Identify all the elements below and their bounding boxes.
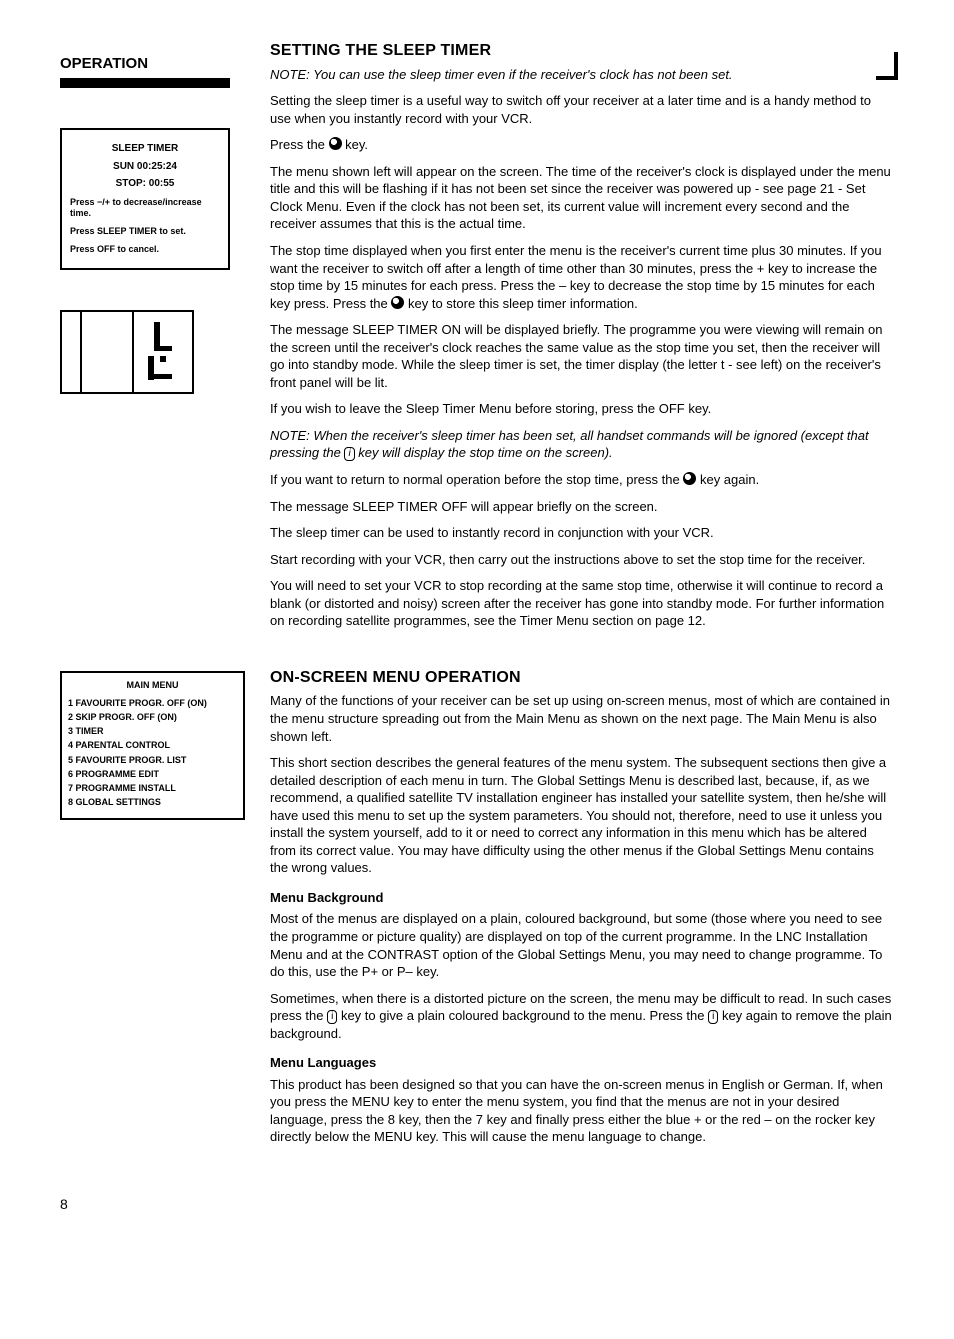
sleep-note: NOTE: You can use the sleep timer even i… [270, 66, 894, 84]
i-key-icon: i [344, 447, 354, 461]
sleep-p9: The sleep timer can be used to instantly… [270, 524, 894, 542]
main-menu-title: MAIN MENU [68, 679, 237, 691]
sleep-key-icon [683, 472, 696, 485]
main-menu-box: MAIN MENU 1 FAVOURITE PROGR. OFF (ON) 2 … [60, 671, 245, 820]
sleep-key-icon [329, 137, 342, 150]
sleep-p1: Setting the sleep timer is a useful way … [270, 92, 894, 127]
onscreen-title: ON-SCREEN MENU OPERATION [270, 667, 894, 689]
sleep-menu-hint3: Press OFF to cancel. [70, 244, 220, 256]
sleep-p7: If you want to return to normal operatio… [270, 471, 894, 489]
sleep-p4b: key to store this sleep timer informatio… [408, 296, 638, 311]
sleep-menu-hint1: Press −/+ to decrease/increase time. [70, 197, 220, 220]
sleep-p2: Press the key. [270, 136, 894, 154]
sleep-menu-hint2: Press SLEEP TIMER to set. [70, 226, 220, 238]
sleep-p5: The message SLEEP TIMER ON will be displ… [270, 321, 894, 391]
main-menu-item: 6 PROGRAMME EDIT [68, 768, 237, 780]
onscreen-p2: This short section describes the general… [270, 754, 894, 877]
sleep-p8: The message SLEEP TIMER OFF will appear … [270, 498, 894, 516]
main-menu-item: 7 PROGRAMME INSTALL [68, 782, 237, 794]
sleep-note2: NOTE: When the receiver's sleep timer ha… [270, 427, 894, 462]
letter-t-icon [144, 322, 176, 380]
sleep-title: SETTING THE SLEEP TIMER [270, 40, 894, 62]
sleep-note2b: key will display the stop time on the sc… [358, 445, 612, 460]
main-menu-item: 1 FAVOURITE PROGR. OFF (ON) [68, 697, 237, 709]
menu-lang-head: Menu Languages [270, 1054, 894, 1072]
sleep-key-icon [391, 296, 404, 309]
i-key-icon: i [708, 1010, 718, 1024]
sleep-p10: Start recording with your VCR, then carr… [270, 551, 894, 569]
menu-bg-p2: Sometimes, when there is a distorted pic… [270, 990, 894, 1043]
main-menu-item: 3 TIMER [68, 725, 237, 737]
sleep-menu-time: SUN 00:25:24 [70, 160, 220, 174]
sleep-p2a: Press the [270, 137, 329, 152]
operation-rule [60, 78, 230, 88]
sleep-p7b: key again. [700, 472, 759, 487]
menu-lang-p: This product has been designed so that y… [270, 1076, 894, 1146]
sleep-p3: The menu shown left will appear on the s… [270, 163, 894, 233]
front-panel-display [60, 310, 194, 394]
main-menu-item: 8 GLOBAL SETTINGS [68, 796, 237, 808]
operation-header: OPERATION [60, 54, 250, 74]
sleep-timer-menu-box: SLEEP TIMER SUN 00:25:24 STOP: 00:55 Pre… [60, 128, 230, 269]
main-menu-item: 5 FAVOURITE PROGR. LIST [68, 754, 237, 766]
menu-bg-p1: Most of the menus are displayed on a pla… [270, 910, 894, 980]
main-menu-item: 2 SKIP PROGR. OFF (ON) [68, 711, 237, 723]
i-key-icon: i [327, 1010, 337, 1024]
menu-bg-p2b: key to give a plain coloured background … [341, 1008, 708, 1023]
sleep-p7a: If you want to return to normal operatio… [270, 472, 683, 487]
main-menu-item: 4 PARENTAL CONTROL [68, 739, 237, 751]
sleep-p11: You will need to set your VCR to stop re… [270, 577, 894, 630]
sleep-p4: The stop time displayed when you first e… [270, 242, 894, 312]
sleep-p6: If you wish to leave the Sleep Timer Men… [270, 400, 894, 418]
menu-bg-head: Menu Background [270, 889, 894, 907]
sleep-menu-title: SLEEP TIMER [70, 142, 220, 156]
corner-mark [876, 52, 898, 80]
sleep-menu-stop: STOP: 00:55 [70, 177, 220, 191]
page-number: 8 [60, 1195, 894, 1214]
onscreen-p1: Many of the functions of your receiver c… [270, 692, 894, 745]
sleep-p2b: key. [345, 137, 368, 152]
